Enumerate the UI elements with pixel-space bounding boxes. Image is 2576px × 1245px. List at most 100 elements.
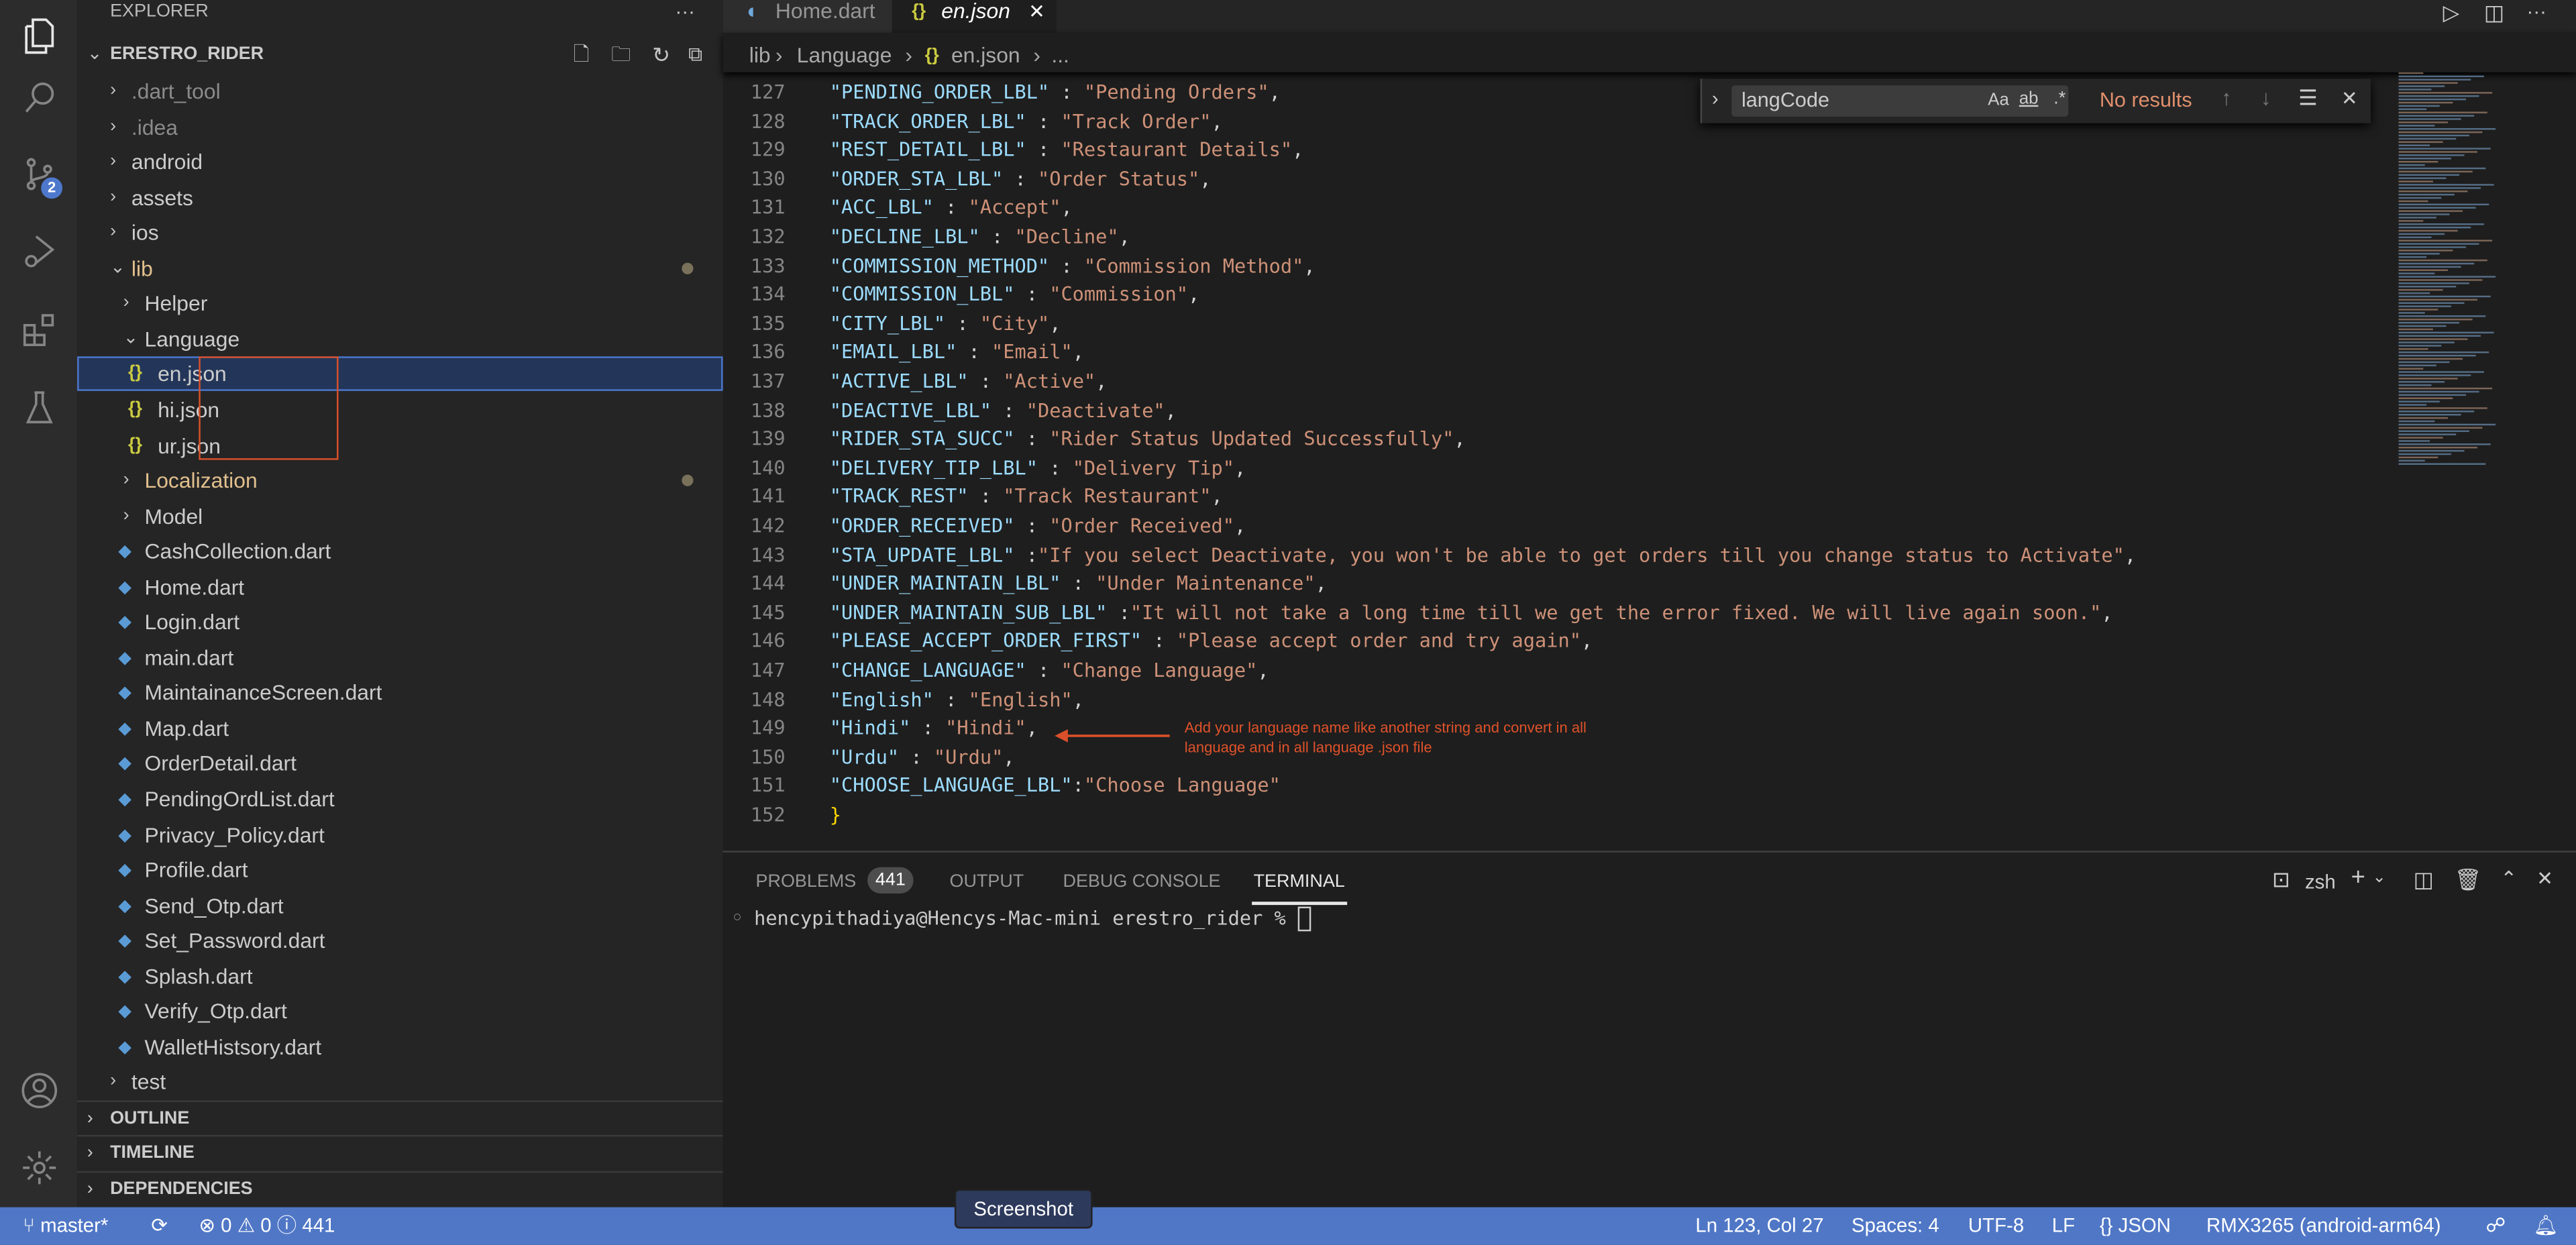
toggle-replace-icon[interactable]: › — [1712, 87, 1719, 110]
tree-item[interactable]: MaintainanceScreen.dart — [77, 675, 722, 710]
new-folder-icon[interactable]: 🗀 — [611, 38, 631, 72]
terminal-shell-name[interactable]: zsh — [2305, 871, 2336, 894]
new-terminal-icon[interactable]: + — [2351, 864, 2365, 892]
split-editor-icon[interactable]: ◫ — [2484, 0, 2504, 26]
tree-item[interactable]: {} hi.json — [77, 392, 722, 427]
collapse-all-icon[interactable]: ⧉ — [688, 38, 702, 72]
extensions-icon[interactable] — [0, 294, 77, 366]
run-debug-icon[interactable] — [0, 215, 77, 288]
tree-item[interactable]: › assets — [77, 180, 722, 214]
language-mode[interactable]: {} JSON — [2100, 1207, 2171, 1245]
match-case-toggle[interactable]: Aa — [1988, 91, 2008, 110]
tree-item[interactable]: › Localization — [77, 464, 722, 498]
settings-gear-icon[interactable] — [0, 1132, 77, 1204]
chevron-down-icon: ⌄ — [87, 44, 103, 64]
tree-item[interactable]: OrderDetail.dart — [77, 747, 722, 781]
editor-more-icon[interactable]: ··· — [2527, 0, 2546, 23]
tree-item[interactable]: Home.dart — [77, 570, 722, 604]
tree-item[interactable]: ⌄ lib — [77, 251, 722, 285]
tree-item[interactable]: Splash.dart — [77, 959, 722, 993]
cursor-position[interactable]: Ln 123, Col 27 — [1695, 1207, 1823, 1245]
section-outline[interactable]: › OUTLINE — [77, 1100, 723, 1136]
end-of-line[interactable]: LF — [2052, 1207, 2075, 1245]
tree-item[interactable]: main.dart — [77, 640, 722, 674]
tree-item[interactable]: › Helper — [77, 286, 722, 321]
refresh-icon[interactable]: ↻ — [652, 38, 670, 72]
run-icon[interactable]: ▷ — [2443, 0, 2459, 26]
breadcrumb-en-json[interactable]: en.json — [951, 33, 1020, 79]
section-dependencies[interactable]: › DEPENDENCIES — [77, 1171, 723, 1207]
tab-problems[interactable]: PROBLEMS — [756, 872, 857, 891]
minimap-line — [2398, 335, 2481, 337]
tree-item[interactable]: › android — [77, 145, 722, 179]
account-icon[interactable] — [0, 1054, 77, 1127]
feedback-icon[interactable]: ☍ — [2485, 1207, 2506, 1245]
split-terminal-icon[interactable]: ◫ — [2414, 867, 2434, 894]
terminal-output[interactable]: hencypithadiya@Hencys-Mac-mini erestro_r… — [754, 906, 1311, 932]
more-actions-button[interactable]: ··· — [676, 0, 695, 23]
project-header[interactable]: ⌄ ERESTRO_RIDER 🗋 🗀 ↻ ⧉ — [77, 38, 722, 72]
tab-output[interactable]: OUTPUT — [950, 872, 1024, 891]
tree-item[interactable]: › .dart_tool — [77, 74, 722, 108]
tree-item[interactable]: Set_Password.dart — [77, 924, 722, 958]
previous-match-icon[interactable]: ↑ — [2221, 85, 2232, 110]
tree-item[interactable]: {} ur.json — [77, 428, 722, 462]
problems-indicator[interactable]: ⊗ 0 ⚠ 0 ⓘ 441 — [199, 1207, 335, 1245]
tree-item[interactable]: Send_Otp.dart — [77, 888, 722, 922]
regex-toggle[interactable]: .* — [2053, 89, 2065, 108]
section-timeline[interactable]: › TIMELINE — [77, 1134, 723, 1171]
tree-item[interactable]: CashCollection.dart — [77, 534, 722, 568]
tree-item[interactable]: › Model — [77, 498, 722, 533]
minimap-line — [2398, 331, 2494, 334]
tree-item[interactable]: › test — [77, 1065, 722, 1099]
new-file-icon[interactable]: 🗋 — [574, 38, 590, 72]
next-match-icon[interactable]: ↓ — [2261, 85, 2271, 110]
tree-item-label: Splash.dart — [144, 963, 253, 989]
active-tab-indicator — [1252, 902, 1348, 904]
whole-word-toggle[interactable]: ab — [2019, 89, 2039, 108]
minimap-line — [2398, 364, 2436, 367]
chevron-down-icon[interactable]: ⌄ — [2372, 869, 2386, 887]
tree-item[interactable]: › ios — [77, 215, 722, 250]
tab-home-dart[interactable]: ◖ Home.dart — [722, 0, 892, 33]
close-panel-icon[interactable]: ✕ — [2536, 867, 2553, 890]
tree-item[interactable]: Login.dart — [77, 605, 722, 639]
minimap-line — [2398, 125, 2435, 127]
search-icon[interactable] — [0, 61, 77, 133]
maximize-panel-icon[interactable]: ⌃ — [2500, 867, 2517, 890]
close-find-icon[interactable]: ✕ — [2341, 87, 2358, 110]
breadcrumb-lib[interactable]: lib — [749, 33, 771, 79]
tab-debug-console[interactable]: DEBUG CONSOLE — [1063, 872, 1221, 891]
testing-icon[interactable] — [0, 371, 77, 443]
tree-item[interactable]: Map.dart — [77, 711, 722, 745]
notifications-bell-icon[interactable]: 🔔︎ — [2533, 1207, 2558, 1245]
chevron-down-icon: ⌄ — [123, 328, 139, 348]
trash-icon[interactable]: 🗑 — [2455, 867, 2481, 894]
tree-item[interactable]: Verify_Otp.dart — [77, 994, 722, 1028]
minimap-line — [2398, 78, 2471, 80]
find-in-selection-icon[interactable]: ☰ — [2298, 85, 2318, 111]
tree-item[interactable]: Privacy_Policy.dart — [77, 817, 722, 851]
find-input[interactable]: langCode Aa ab .* — [1731, 85, 2069, 117]
tab-en-json[interactable]: {} en.json ✕ — [892, 0, 1057, 33]
json-value: "Urdu" — [933, 745, 1004, 769]
tree-item[interactable]: {} en.json — [77, 357, 723, 392]
tree-item[interactable]: PendingOrdList.dart — [77, 781, 722, 816]
tree-item[interactable]: ⌄ Language — [77, 322, 722, 356]
tree-item[interactable]: WalletHistsory.dart — [77, 1030, 722, 1064]
encoding[interactable]: UTF-8 — [1968, 1207, 2024, 1245]
breadcrumb-ellipsis[interactable]: ... — [1051, 33, 1069, 79]
device-selector[interactable]: RMX3265 (android-arm64) — [2206, 1207, 2441, 1245]
tree-item[interactable]: › .idea — [77, 109, 722, 144]
tree-item[interactable]: Profile.dart — [77, 853, 722, 887]
breadcrumb-language[interactable]: Language — [797, 33, 892, 79]
sync-icon[interactable]: ⟳ — [151, 1207, 168, 1245]
minimap-line — [2398, 368, 2424, 370]
tab-terminal[interactable]: TERMINAL — [1254, 872, 1345, 891]
source-control-icon[interactable] — [0, 138, 77, 211]
minimap-line — [2398, 282, 2469, 284]
indentation[interactable]: Spaces: 4 — [1851, 1207, 1939, 1245]
close-tab-icon[interactable]: ✕ — [1028, 0, 1045, 23]
branch-indicator[interactable]: ⑂ master* — [23, 1207, 108, 1245]
minimap[interactable] — [2396, 72, 2535, 483]
